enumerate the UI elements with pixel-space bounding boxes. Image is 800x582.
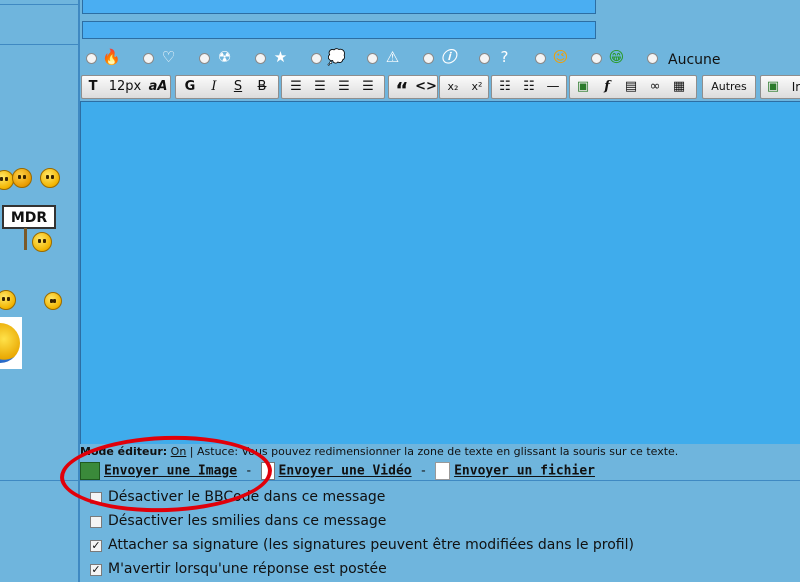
angry-smiley-icon[interactable] (12, 168, 32, 188)
extra-group: ▣ Ir (760, 75, 800, 99)
radio-button[interactable] (367, 53, 378, 64)
quote-code-group: “ <> (388, 75, 438, 102)
media-group: ▣ f ▤ ∞ ▦ (569, 75, 697, 99)
radiation-icon: ☢ (217, 48, 232, 66)
formatting-toolbar: T 12px aA G I S B ☰ ☰ ☰ ☰ “ <> x₂ x² ☷ ☷… (80, 75, 800, 102)
option-label: M'avertir lorsqu'une réponse est postée (108, 561, 387, 577)
question-icon: ? (500, 48, 509, 66)
confused-smiley-icon[interactable] (44, 292, 62, 310)
align-left-icon[interactable]: ☰ (286, 78, 306, 96)
title-field[interactable] (82, 0, 596, 14)
extra-button[interactable]: Ir (785, 78, 800, 96)
image-icon[interactable]: ▣ (763, 78, 783, 96)
checkbox-checked[interactable]: ✓ (90, 564, 102, 576)
table-icon[interactable]: ▦ (668, 78, 690, 96)
radio-button[interactable] (311, 53, 322, 64)
code-button[interactable]: <> (415, 78, 437, 96)
others-button[interactable]: Autres (705, 78, 753, 96)
star-icon: ★ (273, 48, 288, 66)
list-group: ☷ ☷ — (491, 75, 567, 99)
align-right-icon[interactable]: ☰ (334, 78, 354, 96)
radio-button[interactable] (591, 53, 602, 64)
flash-icon[interactable]: f (596, 78, 618, 96)
checkbox-checked[interactable]: ✓ (90, 540, 102, 552)
font-group: T 12px aA (81, 75, 171, 99)
file-upload-icon (435, 462, 451, 480)
no-icon-label: Aucune (668, 52, 721, 68)
grin-icon: 😁 (608, 48, 625, 66)
others-group: Autres (702, 75, 756, 99)
font-case-button[interactable]: aA (146, 78, 170, 96)
warning-icon: ⚠ (385, 48, 400, 66)
italic-button[interactable]: I (204, 78, 224, 96)
devil-smiley-icon[interactable] (40, 168, 60, 188)
underline-button[interactable]: S (228, 78, 248, 96)
sign-post (24, 228, 27, 250)
superscript-button[interactable]: x² (466, 78, 488, 96)
radio-button[interactable] (535, 53, 546, 64)
heart-icon: ♡ (161, 48, 176, 66)
speech-bubble-icon: 💭 (327, 48, 346, 66)
laughing-smiley-icon[interactable] (32, 232, 52, 252)
bold-button[interactable]: G (180, 78, 200, 96)
flame-icon: 🔥 (102, 48, 121, 66)
upload-video-link[interactable]: Envoyer une Vidéo (279, 464, 412, 479)
mdr-smiley-sign[interactable]: MDR (2, 205, 56, 229)
strikethrough-button[interactable]: B (252, 78, 272, 96)
numbered-list-icon[interactable]: ☷ (518, 78, 540, 96)
font-size-select[interactable]: 12px (106, 78, 144, 96)
subscript-button[interactable]: x₂ (442, 78, 464, 96)
radio-button[interactable] (86, 53, 97, 64)
checkbox[interactable] (90, 516, 102, 528)
radio-button[interactable] (647, 53, 658, 64)
wink-icon: 😉 (552, 48, 569, 66)
bullet-list-icon[interactable]: ☷ (494, 78, 516, 96)
divider (0, 4, 79, 5)
justify-icon[interactable]: ☰ (358, 78, 378, 96)
upload-file-link[interactable]: Envoyer un fichier (454, 464, 595, 479)
option-label: Désactiver les smilies dans ce message (108, 513, 387, 529)
message-textarea[interactable] (80, 101, 800, 444)
link-icon[interactable]: ∞ (644, 78, 666, 96)
align-center-icon[interactable]: ☰ (310, 78, 330, 96)
radio-button[interactable] (199, 53, 210, 64)
big-smiley-icon[interactable] (0, 317, 22, 369)
divider (0, 44, 79, 45)
script-group: x₂ x² (439, 75, 489, 99)
quote-button[interactable]: “ (391, 78, 413, 102)
text-color-icon[interactable]: T (85, 78, 101, 96)
style-group: G I S B (175, 75, 279, 99)
video-icon[interactable]: ▤ (620, 78, 642, 96)
option-label: Attacher sa signature (les signatures pe… (108, 537, 634, 553)
info-icon: ⓘ (440, 48, 456, 66)
align-group: ☰ ☰ ☰ ☰ (281, 75, 385, 99)
subtitle-field[interactable] (82, 21, 596, 39)
radio-button[interactable] (479, 53, 490, 64)
radio-button[interactable] (143, 53, 154, 64)
radio-button[interactable] (423, 53, 434, 64)
separator: - (419, 463, 428, 479)
horizontal-rule-icon[interactable]: — (542, 78, 564, 96)
radio-button[interactable] (255, 53, 266, 64)
image-icon[interactable]: ▣ (572, 78, 594, 96)
